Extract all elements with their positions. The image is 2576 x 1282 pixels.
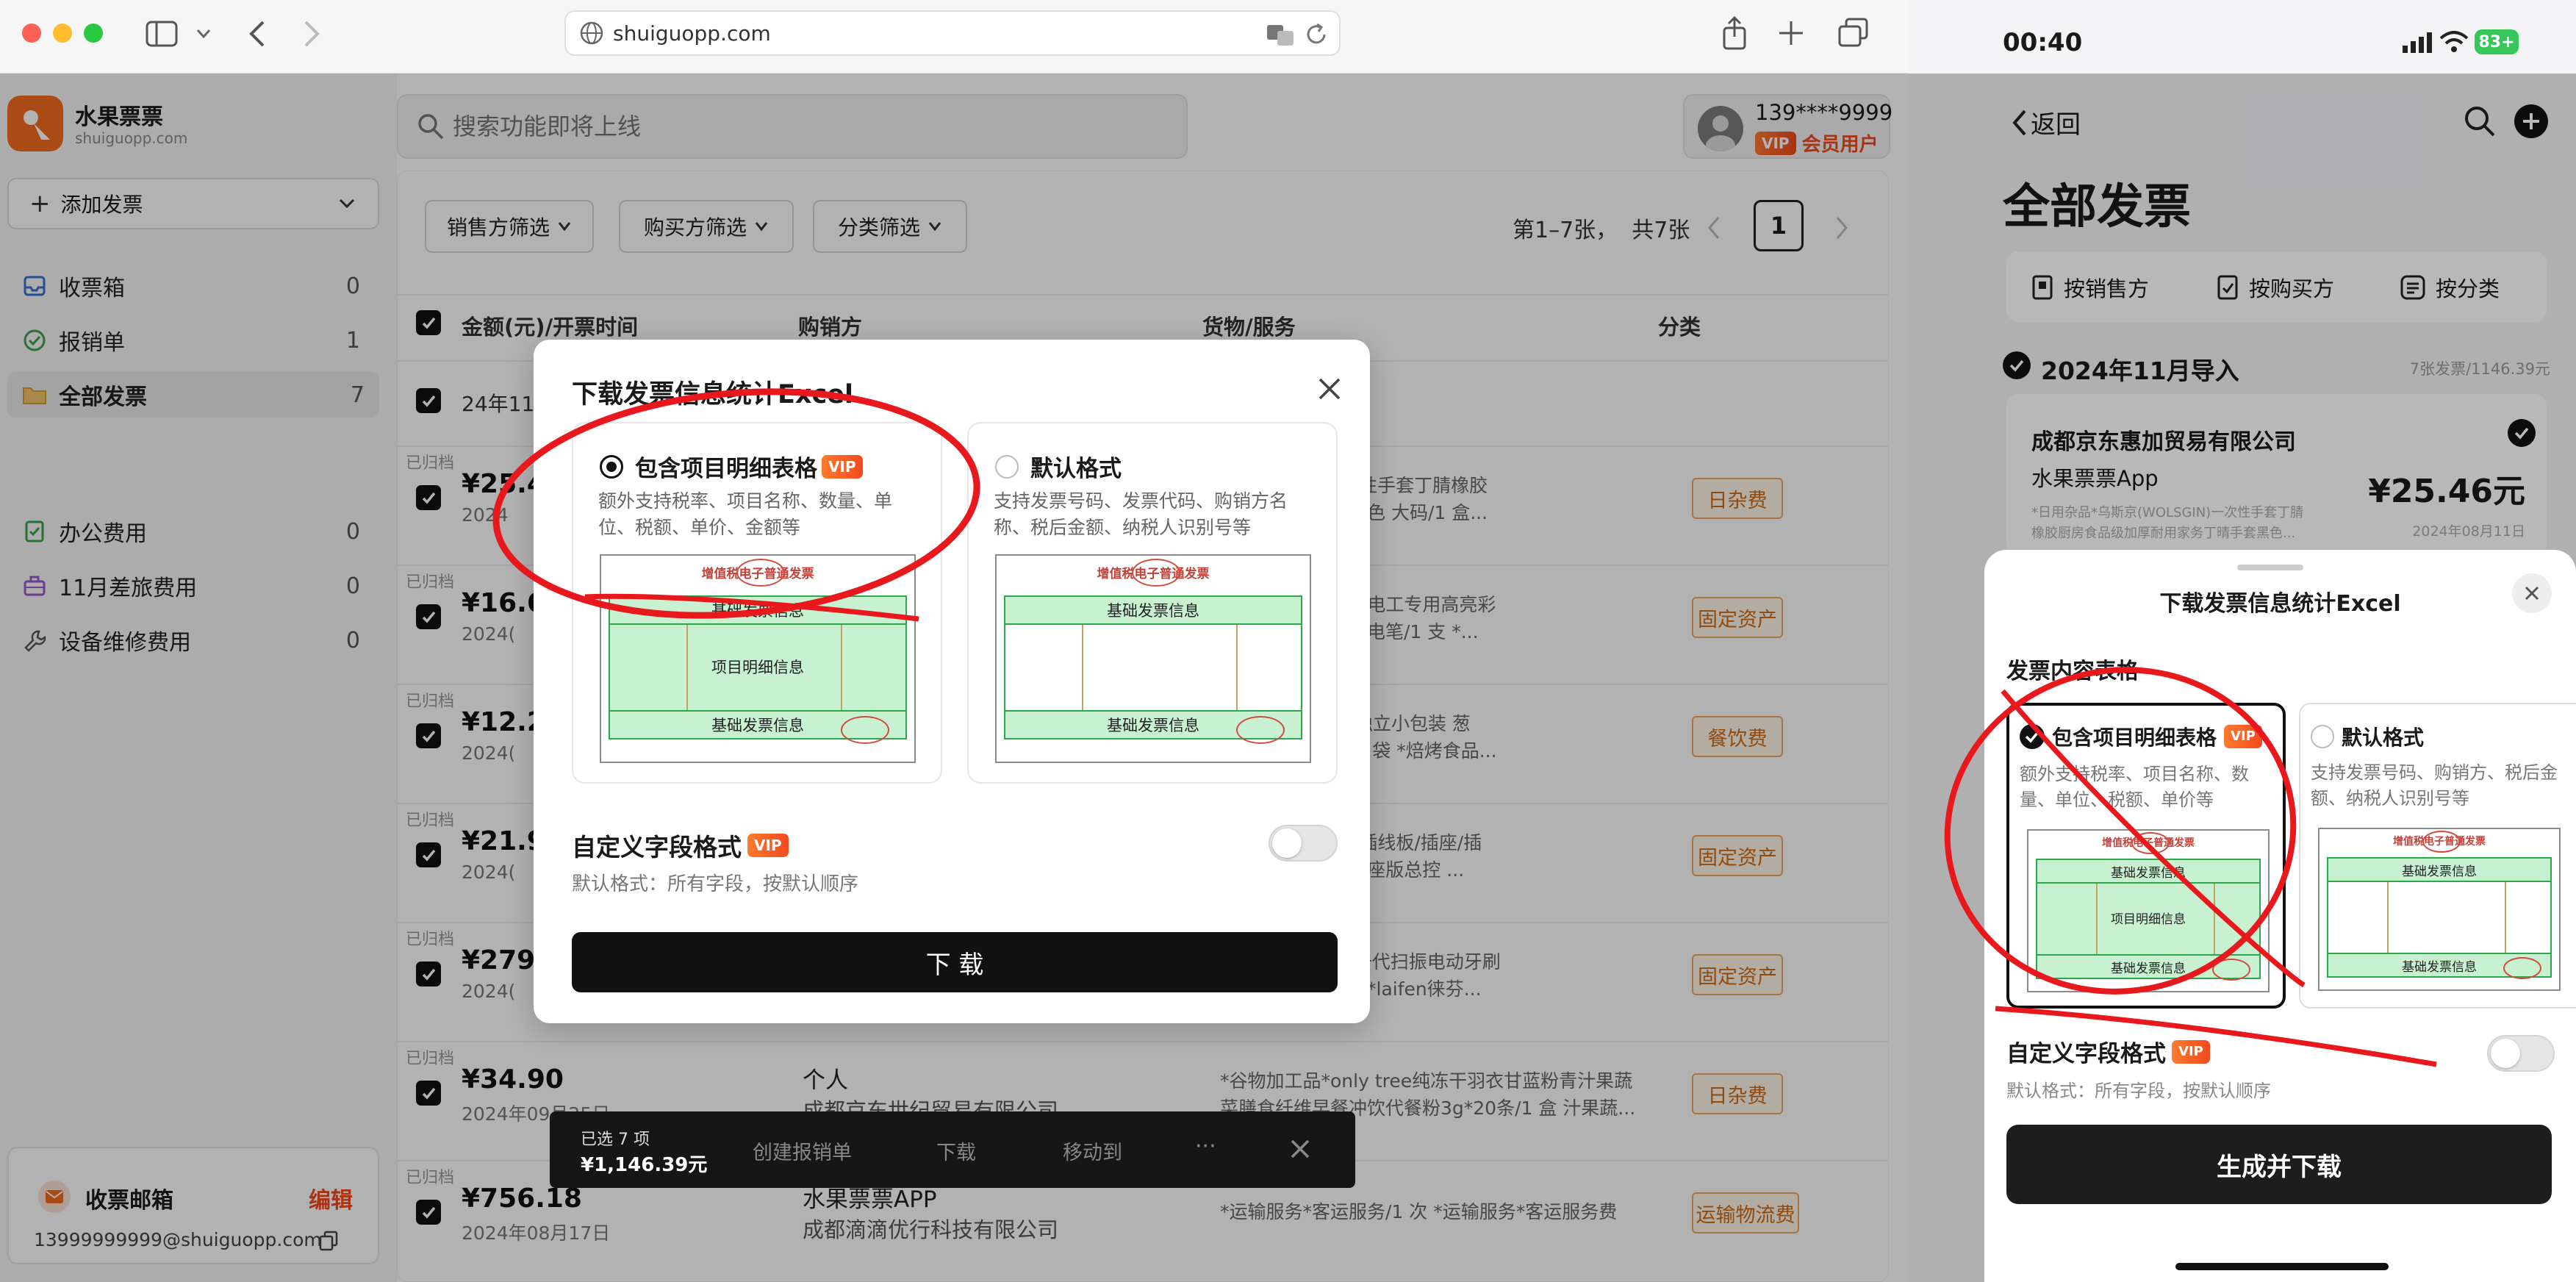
preview-band: 基础发票信息 xyxy=(1004,595,1302,625)
create-report-button[interactable]: 创建报销单 xyxy=(753,1136,852,1165)
battery-indicator: 83+ xyxy=(2475,29,2519,54)
reload-icon[interactable] xyxy=(1304,22,1329,47)
custom-field-title: 自定义字段格式 xyxy=(572,833,742,862)
move-to-button[interactable]: 移动到 xyxy=(1063,1136,1122,1165)
home-indicator xyxy=(2175,1263,2389,1270)
address-bar[interactable]: shuiguopp.com xyxy=(564,10,1341,56)
option-default-format[interactable]: 默认格式 支持发票号码、发票代码、购销方名称、税后金额、纳税人识别号等 增值税电… xyxy=(967,422,1338,784)
window-minimize-dot[interactable] xyxy=(53,24,72,43)
window-zoom-dot[interactable] xyxy=(84,24,103,43)
tab-overview-icon[interactable] xyxy=(1837,18,1870,49)
selection-action-bar: 已选 7 项 ¥1,146.39元 创建报销单 下载 移动到 ··· xyxy=(550,1111,1355,1188)
radio-selected[interactable] xyxy=(2020,724,2045,749)
option-description: 额外支持税率、项目名称、数量、单位、税额、单价等 xyxy=(2020,764,2249,810)
option-description: 额外支持税率、项目名称、数量、单位、税额、单价、金额等 xyxy=(598,490,893,538)
option-detail-table[interactable]: 包含项目明细表格 VIP 额外支持税率、项目名称、数量、单位、税额、单价、金额等 … xyxy=(572,422,942,784)
preview-band: 项目明细信息 xyxy=(711,659,804,676)
mobile-app-screen: 00:40 83+ 返回 全部发票 按销售方 按购买方 按分类 2024年11月… xyxy=(1907,0,2576,1282)
window-close-dot[interactable] xyxy=(22,24,41,43)
vip-badge: VIP xyxy=(2172,1039,2210,1064)
close-icon[interactable] xyxy=(1289,1138,1311,1160)
custom-field-desc: 默认格式：所有字段，按默认顺序 xyxy=(2006,1081,2271,1101)
custom-field-desc: 默认格式：所有字段，按默认顺序 xyxy=(572,873,859,895)
generate-download-button[interactable]: 生成并下载 xyxy=(2006,1125,2552,1204)
option-description: 支持发票号码、发票代码、购销方名称、税后金额、纳税人识别号等 xyxy=(994,490,1288,538)
chevron-down-icon[interactable] xyxy=(195,26,212,41)
custom-field-title: 自定义字段格式 xyxy=(2006,1041,2166,1067)
option-title: 包含项目明细表格 xyxy=(635,456,817,482)
selected-total: ¥1,146.39元 xyxy=(581,1154,708,1176)
sidebar-toggle-icon[interactable] xyxy=(146,21,178,47)
download-excel-modal: 下载发票信息统计Excel 包含项目明细表格 VIP 额外支持税率、项目名称、数量… xyxy=(534,340,1370,1023)
close-icon[interactable] xyxy=(2512,573,2552,613)
preview-band: 基础发票信息 xyxy=(609,595,907,625)
option-title: 包含项目明细表格 xyxy=(2052,726,2217,750)
more-button[interactable]: ··· xyxy=(1195,1134,1216,1159)
custom-field-toggle[interactable] xyxy=(1269,825,1338,862)
forward-arrow-icon[interactable] xyxy=(301,19,322,49)
invoice-preview-detailed: 增值税电子普通发票 基础发票信息 项目明细信息 基础发票信息 xyxy=(600,554,916,763)
share-icon[interactable] xyxy=(1721,16,1748,50)
close-icon[interactable] xyxy=(1317,376,1342,401)
download-confirm-button[interactable]: 下 载 xyxy=(572,932,1338,992)
download-bottom-sheet: 下载发票信息统计Excel 发票内容表格 包含项目明细表格 VIP 额外支持税率… xyxy=(1984,550,2576,1282)
section-title: 发票内容表格 xyxy=(2006,659,2139,684)
translate-icon[interactable] xyxy=(1266,22,1295,47)
option-description: 支持发票号码、购销方、税后金额、纳税人识别号等 xyxy=(2311,762,2558,809)
option-title: 默认格式 xyxy=(1030,456,1122,482)
browser-toolbar: shuiguopp.com xyxy=(0,0,1907,74)
custom-field-toggle[interactable] xyxy=(2487,1035,2555,1072)
vip-badge: VIP xyxy=(2224,725,2262,748)
invoice-preview-detailed: 增值税电子普通发票 基础发票信息 项目明细信息 基础发票信息 xyxy=(2027,829,2270,992)
option-default-format[interactable]: 默认格式 支持发票号码、购销方、税后金额、纳税人识别号等 增值税电子普通发票 基… xyxy=(2299,703,2576,1009)
radio-selected[interactable] xyxy=(600,454,623,479)
radio-unselected[interactable] xyxy=(995,454,1019,479)
invoice-preview-default: 增值税电子普通发票 基础发票信息 基础发票信息 xyxy=(2318,828,2561,991)
globe-icon xyxy=(580,21,603,45)
back-arrow-icon[interactable] xyxy=(247,19,268,49)
vip-badge: VIP xyxy=(822,454,863,479)
invoice-preview-default: 增值税电子普通发票 基础发票信息 基础发票信息 xyxy=(995,554,1311,763)
modal-title: 下载发票信息统计Excel xyxy=(572,380,853,409)
vip-badge: VIP xyxy=(747,834,789,857)
url-text: shuiguopp.com xyxy=(613,21,771,46)
desktop-browser-window: shuiguopp.com 水果票票 shuiguopp.com + 添加发票 … xyxy=(0,0,1907,1282)
preview-band: 基础发票信息 xyxy=(2036,859,2261,884)
wifi-icon xyxy=(2439,31,2469,52)
sheet-grabber[interactable] xyxy=(2237,565,2303,570)
sheet-title: 下载发票信息统计Excel xyxy=(2159,591,2401,617)
download-button[interactable]: 下载 xyxy=(936,1136,976,1165)
signal-icon xyxy=(2403,32,2432,53)
preview-band: 基础发票信息 xyxy=(2327,857,2552,882)
option-title: 默认格式 xyxy=(2342,726,2425,750)
selected-count: 已选 7 项 xyxy=(581,1131,650,1149)
radio-unselected[interactable] xyxy=(2311,725,2334,748)
preview-band: 项目明细信息 xyxy=(2111,912,2186,927)
new-tab-icon[interactable] xyxy=(1777,19,1805,47)
status-time: 00:40 xyxy=(2003,28,2083,57)
option-detail-table[interactable]: 包含项目明细表格 VIP 额外支持税率、项目名称、数量、单位、税额、单价等 增值… xyxy=(2006,703,2286,1009)
